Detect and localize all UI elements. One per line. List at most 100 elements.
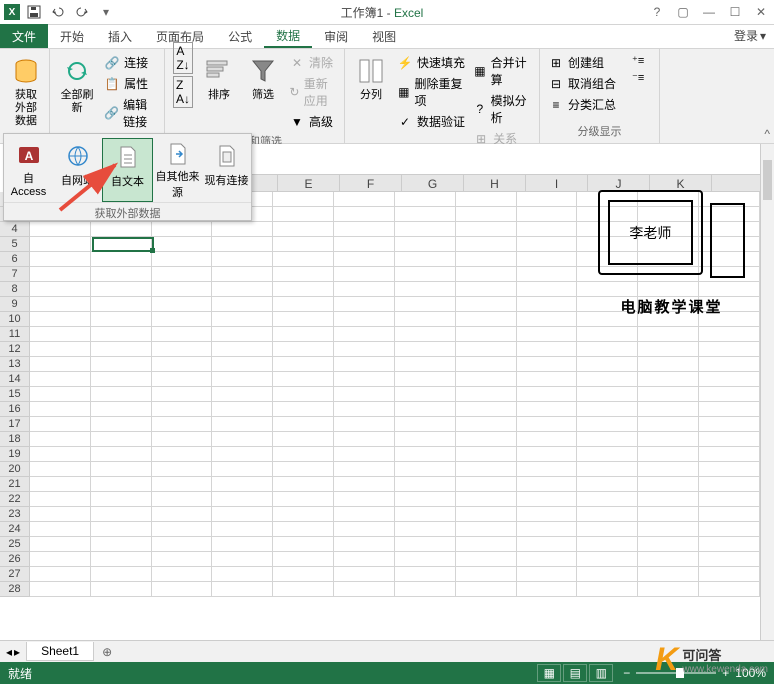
cell[interactable] bbox=[699, 522, 760, 537]
cell[interactable] bbox=[517, 582, 578, 597]
cell[interactable] bbox=[395, 342, 456, 357]
column-header[interactable]: H bbox=[464, 175, 526, 191]
cell[interactable] bbox=[212, 507, 273, 522]
ribbon-options-icon[interactable]: ▢ bbox=[674, 3, 692, 21]
cell[interactable] bbox=[212, 447, 273, 462]
cell[interactable] bbox=[334, 477, 395, 492]
cell[interactable] bbox=[152, 432, 213, 447]
cell[interactable] bbox=[30, 222, 91, 237]
cell[interactable] bbox=[638, 507, 699, 522]
cell[interactable] bbox=[273, 327, 334, 342]
cell[interactable] bbox=[334, 552, 395, 567]
help-icon[interactable]: ? bbox=[648, 3, 666, 21]
cell[interactable] bbox=[273, 477, 334, 492]
row-header[interactable]: 12 bbox=[0, 342, 30, 357]
cell[interactable] bbox=[212, 402, 273, 417]
tab-review[interactable]: 审阅 bbox=[312, 24, 360, 48]
cell[interactable] bbox=[334, 402, 395, 417]
cell[interactable] bbox=[212, 537, 273, 552]
ungroup-button[interactable]: ⊟取消组合 bbox=[546, 74, 618, 93]
scrollbar-thumb[interactable] bbox=[763, 160, 772, 200]
cell[interactable] bbox=[334, 267, 395, 282]
cell[interactable] bbox=[30, 372, 91, 387]
cell[interactable] bbox=[334, 222, 395, 237]
row-header[interactable]: 22 bbox=[0, 492, 30, 507]
cell[interactable] bbox=[395, 207, 456, 222]
cell[interactable] bbox=[456, 342, 517, 357]
cell[interactable] bbox=[577, 447, 638, 462]
cell[interactable] bbox=[577, 357, 638, 372]
cell[interactable] bbox=[577, 432, 638, 447]
expand-icon[interactable]: ⁺≡ bbox=[630, 53, 646, 68]
cell[interactable] bbox=[577, 402, 638, 417]
cell[interactable] bbox=[334, 492, 395, 507]
column-header[interactable]: J bbox=[588, 175, 650, 191]
cell[interactable] bbox=[456, 222, 517, 237]
cell[interactable] bbox=[152, 522, 213, 537]
refresh-all-button[interactable]: 全部刷新 bbox=[56, 53, 98, 117]
cell[interactable] bbox=[30, 537, 91, 552]
cell[interactable] bbox=[334, 462, 395, 477]
cell[interactable] bbox=[91, 462, 152, 477]
cell[interactable] bbox=[334, 327, 395, 342]
cell[interactable] bbox=[517, 477, 578, 492]
cell[interactable] bbox=[273, 402, 334, 417]
cell[interactable] bbox=[152, 552, 213, 567]
cell[interactable] bbox=[30, 462, 91, 477]
page-break-icon[interactable]: ▥ bbox=[589, 664, 613, 682]
row-header[interactable]: 5 bbox=[0, 237, 30, 252]
cell[interactable] bbox=[517, 312, 578, 327]
cell[interactable] bbox=[638, 432, 699, 447]
cell[interactable] bbox=[395, 237, 456, 252]
cell[interactable] bbox=[395, 567, 456, 582]
cell[interactable] bbox=[91, 477, 152, 492]
cell[interactable] bbox=[577, 387, 638, 402]
cell[interactable] bbox=[517, 207, 578, 222]
collapse-ribbon-icon[interactable]: ^ bbox=[764, 127, 770, 141]
cell[interactable] bbox=[30, 252, 91, 267]
row-header[interactable]: 21 bbox=[0, 477, 30, 492]
cell[interactable] bbox=[395, 402, 456, 417]
cell[interactable] bbox=[273, 462, 334, 477]
cell[interactable] bbox=[30, 522, 91, 537]
cell[interactable] bbox=[30, 387, 91, 402]
cell[interactable] bbox=[334, 522, 395, 537]
cell[interactable] bbox=[517, 237, 578, 252]
cell[interactable] bbox=[456, 387, 517, 402]
cell[interactable] bbox=[212, 357, 273, 372]
save-icon[interactable] bbox=[24, 2, 44, 22]
cell[interactable] bbox=[456, 312, 517, 327]
cell[interactable] bbox=[212, 282, 273, 297]
cell[interactable] bbox=[456, 297, 517, 312]
cell[interactable] bbox=[273, 537, 334, 552]
minimize-icon[interactable]: — bbox=[700, 3, 718, 21]
cell[interactable] bbox=[638, 402, 699, 417]
cell[interactable] bbox=[456, 507, 517, 522]
column-header[interactable]: F bbox=[340, 175, 402, 191]
cell[interactable] bbox=[334, 342, 395, 357]
cell[interactable] bbox=[334, 192, 395, 207]
vertical-scrollbar[interactable] bbox=[760, 144, 774, 640]
cell[interactable] bbox=[638, 462, 699, 477]
cell[interactable] bbox=[30, 297, 91, 312]
cell[interactable] bbox=[152, 537, 213, 552]
cell[interactable] bbox=[395, 312, 456, 327]
cell[interactable] bbox=[212, 387, 273, 402]
cell[interactable] bbox=[334, 582, 395, 597]
tab-formulas[interactable]: 公式 bbox=[216, 24, 264, 48]
cell[interactable] bbox=[517, 297, 578, 312]
cell[interactable] bbox=[91, 267, 152, 282]
cell[interactable] bbox=[456, 567, 517, 582]
cell[interactable] bbox=[577, 417, 638, 432]
cell[interactable] bbox=[456, 282, 517, 297]
cell[interactable] bbox=[334, 567, 395, 582]
sort-asc-button[interactable]: AZ↓ ZA↓ bbox=[171, 53, 195, 97]
cell[interactable] bbox=[517, 462, 578, 477]
undo-icon[interactable] bbox=[48, 2, 68, 22]
cell[interactable] bbox=[30, 582, 91, 597]
cell[interactable] bbox=[395, 537, 456, 552]
cell[interactable] bbox=[152, 477, 213, 492]
cell[interactable] bbox=[456, 372, 517, 387]
cell[interactable] bbox=[30, 477, 91, 492]
row-header[interactable]: 9 bbox=[0, 297, 30, 312]
